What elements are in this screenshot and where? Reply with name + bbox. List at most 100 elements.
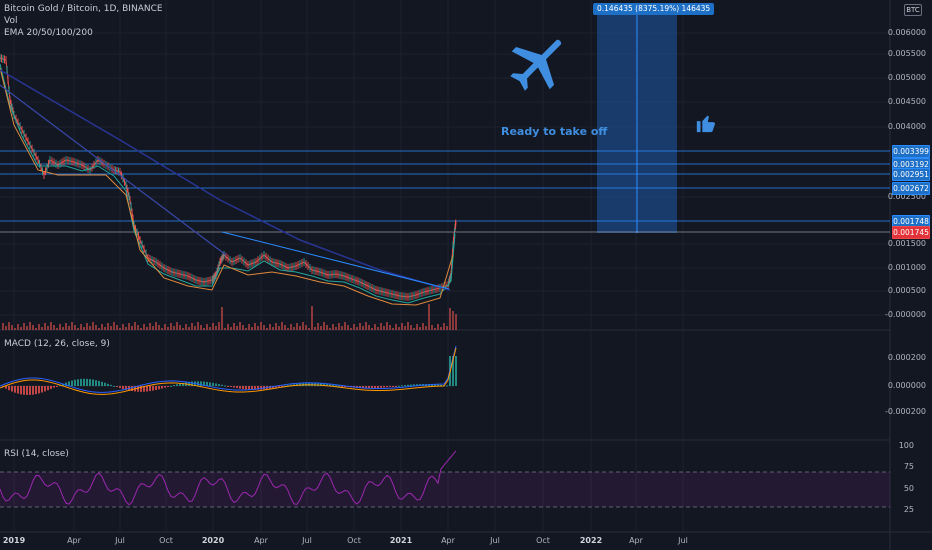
symbol-legend[interactable]: Bitcoin Gold / Bitcoin, 1D, BINANCE <box>4 4 163 15</box>
macd-bar <box>107 383 109 386</box>
macd-bar <box>98 380 100 386</box>
macd-bar <box>170 385 172 387</box>
volume-bar <box>221 307 223 330</box>
macd-bar <box>122 386 124 389</box>
volume-bar <box>245 328 247 330</box>
volume-bar <box>302 322 304 330</box>
macd-bar <box>32 386 34 395</box>
volume-bar <box>359 323 361 330</box>
volume-bar <box>152 326 154 330</box>
volume-bar <box>17 324 19 330</box>
macd-bar <box>113 385 115 387</box>
macd-bar <box>92 379 94 386</box>
volume-bar <box>296 323 298 330</box>
volume-bar <box>41 327 43 330</box>
measure-label: 0.146435 (8375.19%) 146435 <box>593 3 715 15</box>
macd-bar <box>152 386 154 391</box>
macd-bar <box>380 386 382 388</box>
time-axis-label: 2022 <box>579 536 603 545</box>
volume-bar <box>182 328 184 330</box>
time-axis-label: Jul <box>490 536 500 545</box>
volume-bar <box>35 328 37 330</box>
volume-bar <box>383 326 385 330</box>
macd-bar <box>104 382 106 386</box>
macd-bar <box>29 386 31 395</box>
currency-badge[interactable]: BTC <box>904 4 922 16</box>
macd-axis-label: 0.000000 <box>887 381 926 390</box>
volume-bar <box>107 323 109 330</box>
macd-signal-line <box>0 347 457 395</box>
macd-bar <box>248 386 250 390</box>
macd-bar <box>404 385 406 387</box>
volume-bar <box>377 327 379 330</box>
volume-bar <box>179 325 181 330</box>
volume-bar <box>224 328 226 330</box>
time-axis-label: Oct <box>347 536 361 545</box>
macd-bar <box>374 386 376 389</box>
volume-bar <box>443 323 445 330</box>
volume-bar <box>425 326 427 330</box>
ema-line <box>0 67 454 306</box>
rsi-legend[interactable]: RSI (14, close) <box>4 449 69 460</box>
volume-bar <box>344 322 346 330</box>
macd-bar <box>110 384 112 386</box>
volume-bar <box>32 325 34 330</box>
volume-bar <box>380 323 382 330</box>
macd-bar <box>377 386 379 389</box>
volume-bar <box>356 327 358 330</box>
macd-legend[interactable]: MACD (12, 26, close, 9) <box>4 339 110 350</box>
price-tag: 0.001745 <box>892 226 930 239</box>
trend-line <box>0 84 227 256</box>
macd-bar <box>395 386 397 387</box>
macd-bar <box>50 386 52 389</box>
volume-bar <box>122 324 124 330</box>
volume-bar <box>284 325 286 330</box>
macd-line <box>0 345 457 393</box>
volume-bar <box>158 325 160 330</box>
rsi-axis-label: 75 <box>903 462 914 471</box>
volume-bar <box>263 325 265 330</box>
macd-bar <box>389 386 391 387</box>
ema-legend[interactable]: EMA 20/50/100/200 <box>4 28 93 39</box>
volume-bar <box>140 328 142 330</box>
volume-bar <box>125 327 127 330</box>
volume-bar <box>236 326 238 330</box>
volume-bar <box>320 326 322 330</box>
volume-bar <box>191 323 193 330</box>
volume-bar <box>335 327 337 330</box>
macd-bar <box>38 386 40 394</box>
volume-bar <box>350 328 352 330</box>
volume-bar <box>146 327 148 330</box>
volume-bar <box>293 327 295 330</box>
chart-canvas[interactable] <box>0 0 932 550</box>
volume-bar <box>434 328 436 330</box>
macd-bar <box>401 385 403 387</box>
volume-bar <box>200 325 202 330</box>
price-tag: 0.002672 <box>892 182 930 195</box>
macd-bar <box>56 386 58 387</box>
volume-bar <box>353 324 355 330</box>
volume-bar <box>110 326 112 330</box>
volume-bar <box>422 323 424 330</box>
macd-bar <box>161 386 163 389</box>
volume-bar <box>155 322 157 330</box>
volume-bar <box>173 326 175 330</box>
volume-bar <box>8 322 10 330</box>
rsi-axis-label: 50 <box>903 484 914 493</box>
volume-bar <box>92 322 94 330</box>
volume-bar <box>305 325 307 330</box>
thumbs-up-icon <box>696 115 715 133</box>
macd-bar <box>167 386 169 387</box>
volume-bar <box>230 327 232 330</box>
macd-bar <box>155 386 157 391</box>
macd-bar <box>146 386 148 392</box>
volume-bar <box>248 324 250 330</box>
volume-legend[interactable]: Vol <box>4 16 17 27</box>
macd-bar <box>14 386 16 393</box>
price-axis-label: 0.006000 <box>887 28 926 37</box>
volume-bar <box>257 326 259 330</box>
volume-bar <box>413 328 415 330</box>
volume-bar <box>416 324 418 330</box>
macd-bar <box>209 382 211 386</box>
volume-bar <box>44 323 46 330</box>
